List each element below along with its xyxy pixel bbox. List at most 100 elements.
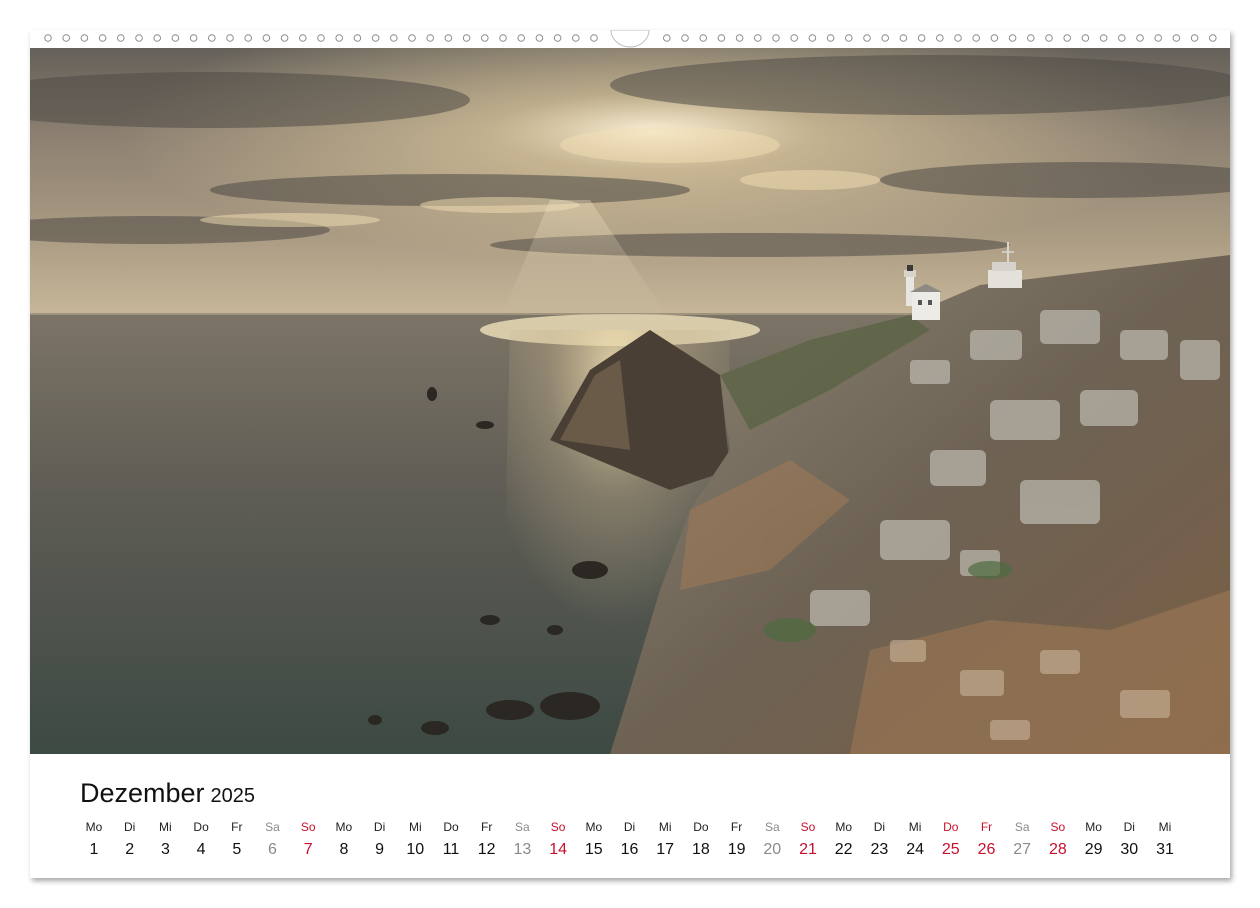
- calendar-day: Mo 29: [1076, 818, 1112, 864]
- binding-hole: [1027, 34, 1035, 42]
- binding-hole: [535, 34, 544, 42]
- day-number: 24: [906, 841, 924, 858]
- binding-hole: [390, 34, 398, 42]
- calendar-day: So 21: [790, 818, 826, 864]
- month-calendar: Dezember 2025 Mo 1 Di 2 Mi 3 Do 4 Fr 5 Sa 6 So 7 Mo 8 Di 9…: [30, 754, 1230, 878]
- day-number: 8: [339, 841, 349, 858]
- binding-hole: [244, 34, 252, 42]
- calendar-day: Di 16: [612, 818, 648, 864]
- calendar-day: Mi 31: [1147, 818, 1183, 864]
- binding-hole: [208, 34, 216, 42]
- day-number: 16: [620, 841, 639, 858]
- binding-hole: [754, 34, 762, 42]
- binding-hole: [1154, 34, 1162, 42]
- binding-hole: [353, 34, 362, 42]
- binding-hole: [371, 34, 380, 42]
- weekday-label: Di: [373, 820, 386, 834]
- binding-hole: [262, 34, 271, 42]
- spiral-binding: [30, 30, 1230, 48]
- calendar-day: Di 2: [112, 818, 148, 864]
- weekday-label: Sa: [764, 820, 780, 834]
- day-number: 4: [196, 841, 206, 858]
- day-number: 2: [125, 841, 135, 858]
- binding-hole: [1118, 34, 1126, 42]
- weekday-label: Mi: [908, 820, 922, 834]
- weekday-label: Do: [443, 820, 459, 834]
- calendar-day: Di 9: [362, 818, 398, 864]
- binding-hole: [135, 34, 143, 42]
- binding-hole: [62, 34, 71, 42]
- day-row: Mo 1 Di 2 Mi 3 Do 4 Fr 5 Sa 6 So 7 Mo 8 Di 9 Mi 10 Do 11 Fr 12 S…: [76, 818, 1196, 868]
- binding-hole: [572, 34, 580, 42]
- weekday-label: So: [550, 820, 566, 834]
- binding-hole: [335, 34, 344, 42]
- weekday-label: Mo: [85, 820, 103, 834]
- weekday-label: So: [300, 820, 316, 834]
- calendar-day: Fr 5: [219, 818, 255, 864]
- month-title: Dezember 2025: [80, 778, 255, 809]
- binding-hole: [954, 34, 962, 42]
- weekday-label: Sa: [265, 820, 280, 834]
- binding-hole: [899, 34, 908, 42]
- binding-hole: [917, 34, 926, 42]
- weekday-label: Fr: [231, 820, 243, 834]
- binding-hole: [171, 34, 180, 42]
- binding-hole: [426, 34, 435, 42]
- binding-hole: [481, 34, 489, 42]
- weekday-label: Fr: [730, 820, 743, 834]
- calendar-day: Sa 13: [504, 818, 540, 864]
- calendar-day: Sa 6: [255, 818, 291, 864]
- binding-hole: [44, 34, 52, 42]
- binding-hole: [990, 34, 999, 42]
- binding-hole: [772, 34, 780, 42]
- day-number: 28: [1048, 841, 1067, 858]
- day-number: 7: [303, 841, 313, 858]
- calendar-day: Mi 10: [397, 818, 433, 864]
- weekday-label: Fr: [980, 820, 993, 834]
- day-number: 6: [268, 841, 277, 858]
- calendar-day: Do 18: [683, 818, 719, 864]
- binding-hole: [826, 34, 835, 42]
- day-number: 5: [232, 841, 242, 858]
- weekday-label: Mo: [1085, 820, 1102, 834]
- calendar-day: Mi 24: [897, 818, 933, 864]
- binding-hole: [153, 34, 161, 42]
- day-number: 1: [89, 841, 99, 858]
- day-number: 30: [1120, 841, 1139, 858]
- binding-hole: [280, 34, 289, 42]
- calendar-day: Do 11: [433, 818, 469, 864]
- calendar-day: So 14: [540, 818, 576, 864]
- weekday-label: Fr: [481, 820, 493, 834]
- weekday-label: Mi: [658, 820, 672, 834]
- binding-hole: [808, 34, 817, 42]
- binding-hole: [117, 34, 125, 42]
- year-label: 2025: [210, 785, 256, 807]
- weekday-label: Di: [873, 820, 886, 834]
- binding-hole: [681, 34, 689, 42]
- binding-hole: [735, 34, 744, 42]
- calendar-day: Di 30: [1111, 818, 1147, 864]
- calendar-day: Fr 12: [469, 818, 505, 864]
- binding-hole: [845, 34, 853, 42]
- calendar-day: Mo 8: [326, 818, 362, 864]
- binding-hole: [462, 34, 471, 42]
- weekday-label: Mi: [408, 820, 422, 834]
- binding-hole: [226, 34, 234, 42]
- binding-hole: [553, 34, 562, 42]
- weekday-label: Mo: [585, 820, 603, 834]
- calendar-page: Dezember 2025 Mo 1 Di 2 Mi 3 Do 4 Fr 5 Sa 6 So 7 Mo 8 Di 9…: [30, 30, 1230, 878]
- binding-hole: [1045, 34, 1053, 42]
- weekday-label: Di: [124, 820, 136, 834]
- calendar-day: Do 4: [183, 818, 219, 864]
- binding-hole: [790, 34, 799, 42]
- day-number: 27: [1013, 841, 1032, 858]
- binding-hole: [189, 34, 198, 42]
- day-number: 13: [513, 841, 532, 858]
- calendar-day: Mo 15: [576, 818, 612, 864]
- day-number: 26: [977, 841, 996, 858]
- weekday-label: Mi: [159, 820, 172, 834]
- binding-hole: [936, 34, 944, 42]
- binding-hole: [1099, 34, 1108, 42]
- day-number: 14: [549, 841, 567, 858]
- weekday-label: Mo: [335, 820, 353, 834]
